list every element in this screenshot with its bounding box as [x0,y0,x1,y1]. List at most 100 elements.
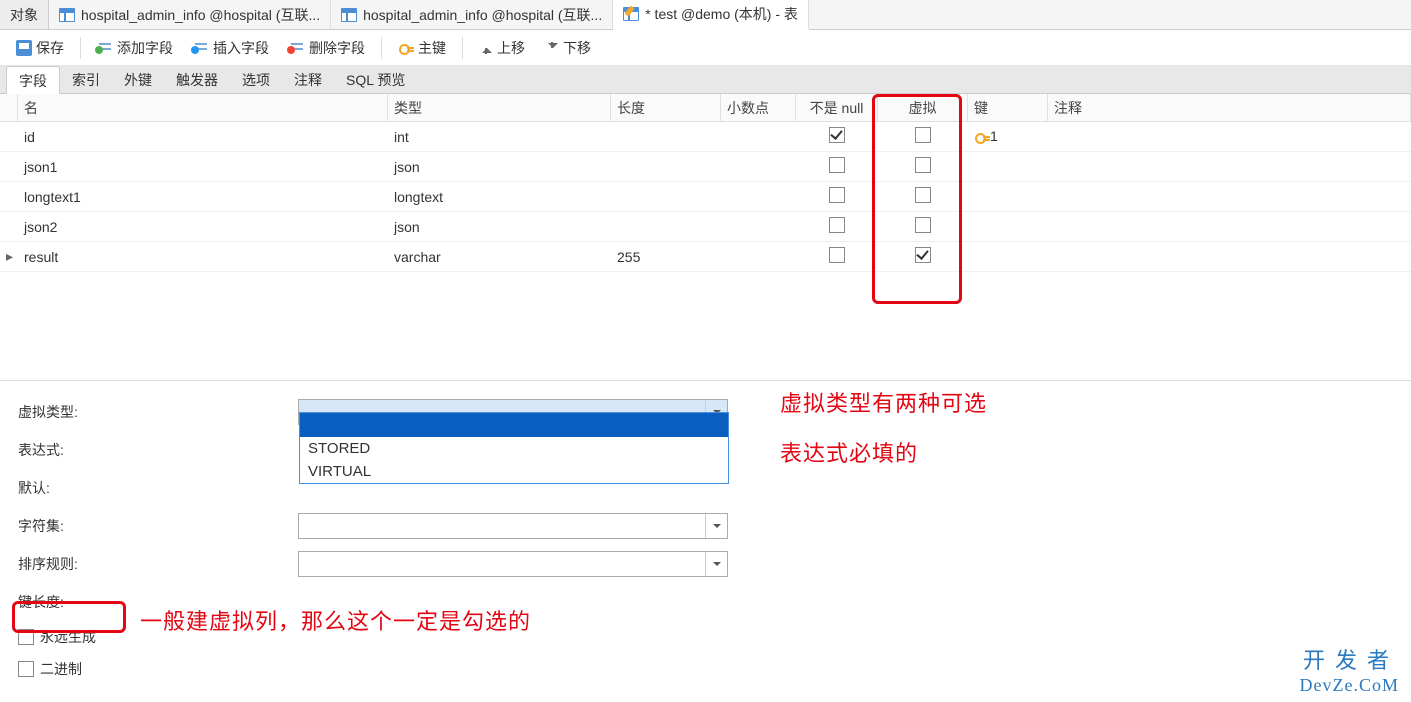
cell-name[interactable]: longtext1 [18,187,388,207]
cell-key[interactable] [968,225,1048,229]
cell-notnull[interactable] [796,215,878,238]
checkbox-icon [915,157,931,173]
save-button[interactable]: 保存 [8,34,72,62]
table-icon [59,7,75,23]
tab-hospital-1[interactable]: hospital_admin_info @hospital (互联... [49,0,331,29]
binary-checkbox[interactable]: 二进制 [18,659,82,679]
cell-notnull[interactable] [796,125,878,148]
cell-decimals[interactable] [721,165,796,169]
add-field-button[interactable]: 添加字段 [89,34,181,62]
cell-name[interactable]: id [18,127,388,147]
dropdown-selected-blank[interactable] [300,413,728,437]
tab-test-demo[interactable]: * test @demo (本机) - 表 [613,0,809,30]
col-name[interactable]: 名 [18,94,388,121]
cell-type[interactable]: varchar [388,247,611,267]
cell-comment[interactable] [1048,195,1411,199]
checkbox-icon [18,629,34,645]
cell-comment[interactable] [1048,165,1411,169]
cell-notnull[interactable] [796,245,878,268]
table-row[interactable]: ▸resultvarchar255 [0,242,1411,272]
row-indicator [0,165,18,169]
cell-key[interactable] [968,195,1048,199]
cell-decimals[interactable] [721,255,796,259]
button-label: 保存 [36,38,64,58]
cell-virtual[interactable] [878,245,968,268]
label-virtual-type: 虚拟类型: [18,402,298,422]
cell-length[interactable] [611,165,721,169]
label-expression: 表达式: [18,440,298,460]
key-icon [974,129,990,145]
primary-key-button[interactable]: 主键 [390,34,454,62]
cell-notnull[interactable] [796,185,878,208]
cell-key[interactable]: 1 [968,126,1048,147]
cell-name[interactable]: json1 [18,157,388,177]
table-row[interactable]: json2json [0,212,1411,242]
collation-combo[interactable] [298,551,728,577]
tab-objects[interactable]: 对象 [0,0,49,29]
cell-comment[interactable] [1048,255,1411,259]
cell-virtual[interactable] [878,125,968,148]
checkbox-icon [829,157,845,173]
cell-notnull[interactable] [796,155,878,178]
col-key[interactable]: 键 [968,94,1048,121]
cell-type[interactable]: json [388,217,611,237]
cell-type[interactable]: int [388,127,611,147]
table-row[interactable]: idint 1 [0,122,1411,152]
separator [462,37,463,59]
cell-comment[interactable] [1048,135,1411,139]
table-edit-icon [623,6,639,22]
col-type[interactable]: 类型 [388,94,611,121]
checkbox-icon [915,217,931,233]
cell-length[interactable] [611,225,721,229]
cell-decimals[interactable] [721,225,796,229]
subtab-triggers[interactable]: 触发器 [164,66,230,93]
checkbox-icon [915,187,931,203]
grid-header: 名 类型 长度 小数点 不是 null 虚拟 键 注释 [0,94,1411,122]
cell-virtual[interactable] [878,155,968,178]
tab-label: * test @demo (本机) - 表 [645,4,798,24]
cell-type[interactable]: longtext [388,187,611,207]
cell-virtual[interactable] [878,215,968,238]
dropdown-option-virtual[interactable]: VIRTUAL [300,460,728,483]
cell-key[interactable] [968,165,1048,169]
cell-decimals[interactable] [721,195,796,199]
insert-field-button[interactable]: 插入字段 [185,34,277,62]
tab-hospital-2[interactable]: hospital_admin_info @hospital (互联... [331,0,613,29]
move-down-button[interactable]: 下移 [537,34,599,62]
subtab-comments[interactable]: 注释 [282,66,334,93]
table-row[interactable]: longtext1longtext [0,182,1411,212]
annotation-text-expression-required: 表达式必填的 [780,436,918,468]
cell-name[interactable]: json2 [18,217,388,237]
watermark: 开发者 DevZe.CoM [1300,643,1399,696]
subtab-foreign-keys[interactable]: 外键 [112,66,164,93]
col-virtual[interactable]: 虚拟 [878,94,968,121]
cell-name[interactable]: result [18,247,388,267]
cell-virtual[interactable] [878,185,968,208]
col-notnull[interactable]: 不是 null [796,94,878,121]
move-up-button[interactable]: 上移 [471,34,533,62]
cell-type[interactable]: json [388,157,611,177]
save-icon [16,40,32,56]
always-generate-checkbox[interactable]: 永远生成 [18,627,96,647]
col-length[interactable]: 长度 [611,94,721,121]
subtab-sql-preview[interactable]: SQL 预览 [334,66,417,93]
tab-label: hospital_admin_info @hospital (互联... [363,5,602,25]
charset-combo[interactable] [298,513,728,539]
arrow-down-icon [545,41,559,55]
delete-field-button[interactable]: 删除字段 [281,34,373,62]
cell-decimals[interactable] [721,135,796,139]
table-row[interactable]: json1json [0,152,1411,182]
cell-length[interactable]: 255 [611,247,721,267]
cell-comment[interactable] [1048,225,1411,229]
virtual-type-dropdown[interactable]: STORED VIRTUAL [299,412,729,484]
subtab-options[interactable]: 选项 [230,66,282,93]
cell-length[interactable] [611,135,721,139]
cell-key[interactable] [968,255,1048,259]
col-decimals[interactable]: 小数点 [721,94,796,121]
subtab-fields[interactable]: 字段 [6,66,60,94]
cell-length[interactable] [611,195,721,199]
checkbox-icon [829,217,845,233]
subtab-indexes[interactable]: 索引 [60,66,112,93]
dropdown-option-stored[interactable]: STORED [300,437,728,460]
col-comment[interactable]: 注释 [1048,94,1411,121]
